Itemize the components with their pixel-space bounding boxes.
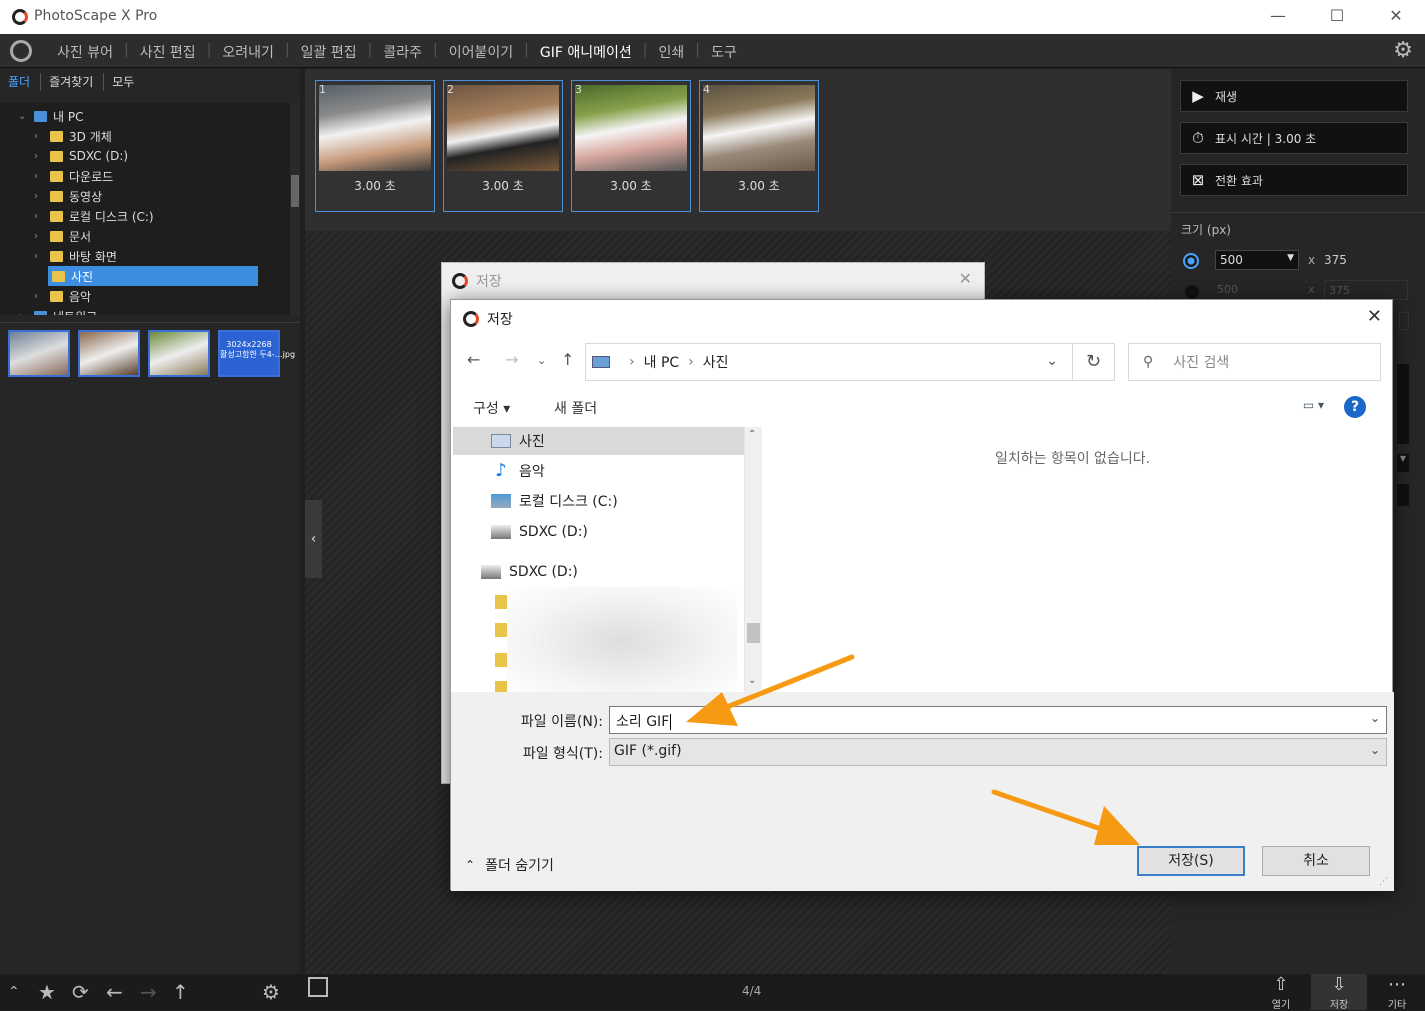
arrow-to-save-icon (991, 789, 1140, 845)
annotation-arrows (686, 654, 1140, 845)
arrow-to-filename-icon (686, 654, 855, 726)
